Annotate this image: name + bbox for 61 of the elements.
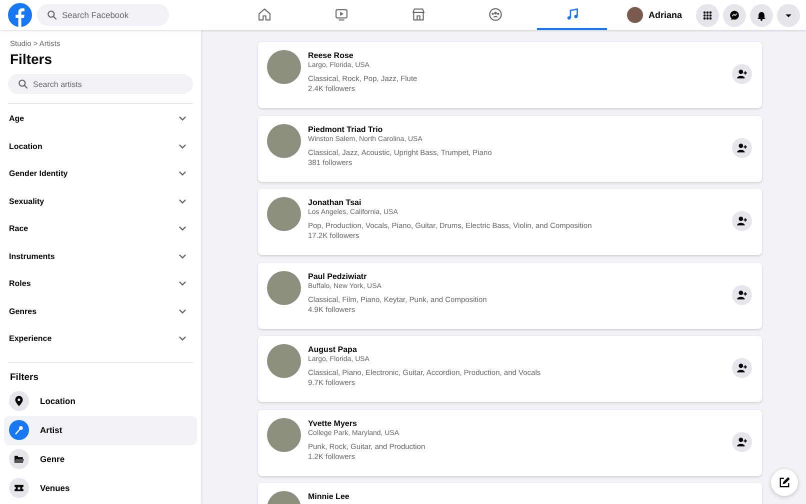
- search-field[interactable]: Search artists: [8, 74, 193, 94]
- filter-dropdown[interactable]: Sexuality: [4, 188, 197, 215]
- artist-name: Jonathan Tsai: [308, 198, 362, 208]
- filter-dropdown[interactable]: Race: [4, 215, 197, 242]
- section-heading: Filters: [10, 372, 40, 382]
- photo-placeholder: [267, 344, 301, 378]
- filter-dropdown[interactable]: Experience: [4, 325, 197, 352]
- photo-placeholder: [267, 197, 301, 231]
- photo-placeholder: [267, 270, 301, 304]
- filter-dropdown[interactable]: Location: [4, 132, 197, 160]
- artist-name: Paul Pedziwiatr: [308, 272, 368, 282]
- artist-name: Yvette Myers: [308, 418, 358, 428]
- add-friend-button[interactable]: [732, 432, 752, 452]
- photo-placeholder: [267, 418, 301, 452]
- person-plus-icon: [736, 142, 748, 154]
- filter-dropdown[interactable]: Gender Identity: [4, 160, 197, 188]
- filter-dropdown[interactable]: Genres: [4, 298, 197, 325]
- filter-item[interactable]: Venues: [4, 474, 197, 502]
- photo-placeholder: [267, 50, 301, 84]
- artist-name: Minnie Lee: [308, 492, 350, 502]
- edit-icon: [778, 476, 791, 489]
- add-friend-button[interactable]: [732, 358, 752, 378]
- artist-name: Reese Rose: [308, 51, 354, 61]
- compose-button[interactable]: [771, 469, 798, 496]
- add-friend-button[interactable]: [732, 284, 752, 304]
- video-icon: [334, 6, 348, 22]
- avatar-placeholder: [627, 7, 644, 23]
- person-plus-icon: [736, 215, 748, 227]
- person-plus-icon: [736, 68, 748, 80]
- filter-item[interactable]: Artist: [4, 416, 197, 444]
- person-plus-icon: [736, 288, 748, 300]
- artist-name: Piedmont Triad Trio: [308, 124, 384, 134]
- search-field[interactable]: Search Facebook: [37, 4, 169, 26]
- person-plus-icon: [736, 436, 748, 448]
- filter-dropdown[interactable]: Roles: [4, 270, 197, 298]
- microphone-icon: [12, 423, 26, 437]
- profile-button[interactable]: Adriana: [627, 7, 682, 23]
- home-icon: [256, 6, 272, 22]
- bell-button[interactable]: [750, 4, 773, 26]
- grid-icon: [701, 8, 714, 22]
- filter-dropdown[interactable]: Age: [4, 105, 197, 132]
- facebook-logo-icon[interactable]: [8, 3, 32, 27]
- messenger-icon: [728, 8, 741, 22]
- add-friend-button[interactable]: [732, 64, 752, 84]
- store-icon: [410, 6, 426, 22]
- map-pin-icon: [12, 394, 26, 408]
- filter-item[interactable]: Genre: [4, 444, 197, 474]
- sidebar-title: Filters: [10, 51, 54, 67]
- artist-name: August Papa: [308, 345, 358, 355]
- photo-placeholder: [267, 124, 301, 158]
- filter-item[interactable]: Location: [4, 386, 197, 416]
- add-friend-button[interactable]: [732, 138, 752, 158]
- filter-dropdown[interactable]: Instruments: [4, 242, 197, 270]
- grid-button[interactable]: [696, 4, 719, 26]
- add-friend-button[interactable]: [732, 211, 752, 231]
- group-icon: [488, 6, 502, 22]
- messenger-button[interactable]: [723, 4, 746, 26]
- person-plus-icon: [736, 362, 748, 374]
- music-note-icon: [564, 6, 580, 22]
- search-icon: [18, 79, 28, 89]
- search-icon: [47, 10, 57, 20]
